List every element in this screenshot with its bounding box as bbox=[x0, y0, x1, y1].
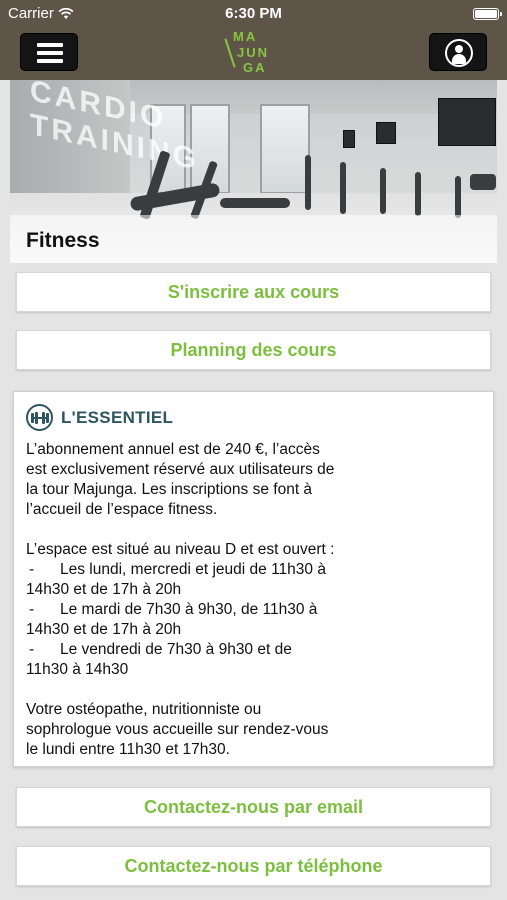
logo-line-1: MA bbox=[233, 29, 258, 44]
essentiel-card: L'ESSENTIEL L’abonnement annuel est de 2… bbox=[13, 391, 494, 767]
schedule-line: Le vendredi de 7h30 à 9h30 et de bbox=[60, 641, 292, 658]
contact-email-button[interactable]: Contactez-nous par email bbox=[16, 787, 491, 827]
outro-line: le lundi entre 11h30 et 17h30. bbox=[26, 741, 230, 758]
schedule-dash: - bbox=[29, 641, 35, 658]
register-courses-button[interactable]: S'inscrire aux cours bbox=[16, 272, 491, 312]
menu-icon bbox=[37, 43, 63, 63]
nav-bar: MA JUN GA bbox=[0, 28, 507, 80]
schedule-dash: - bbox=[29, 601, 35, 618]
status-bar: Carrier 6:30 PM bbox=[0, 0, 507, 28]
battery-icon bbox=[473, 8, 502, 20]
schedule-line: 14h30 et de 17h à 20h bbox=[26, 621, 182, 638]
schedule-line: Les lundi, mercredi et jeudi de 11h30 à bbox=[60, 561, 326, 578]
user-icon bbox=[445, 39, 473, 67]
schedule-dash: - bbox=[29, 561, 35, 578]
contact-phone-button[interactable]: Contactez-nous par téléphone bbox=[16, 846, 491, 886]
schedule-line: Le mardi de 7h30 à 9h30, de 11h30 à bbox=[60, 601, 318, 618]
page-title: Fitness bbox=[26, 229, 100, 252]
outro-line: sophrologue vous accueille sur rendez-vo… bbox=[26, 721, 329, 738]
intro-line: est exclusivement réservé aux utilisateu… bbox=[26, 461, 335, 478]
intro-line: la tour Majunga. Les inscriptions se fon… bbox=[26, 481, 313, 498]
schedule-item: - Le mardi de 7h30 à 9h30, de 11h30 à bbox=[26, 600, 481, 620]
course-planning-button[interactable]: Planning des cours bbox=[16, 330, 491, 370]
schedule-item: - Les lundi, mercredi et jeudi de 11h30 … bbox=[26, 560, 481, 580]
menu-button[interactable] bbox=[20, 33, 78, 71]
essentiel-header: L'ESSENTIEL bbox=[26, 404, 173, 431]
schedule-line: 11h30 à 14h30 bbox=[26, 661, 129, 678]
outro-line: Votre ostéopathe, nutritionniste ou bbox=[26, 701, 262, 718]
logo-line-3: GA bbox=[243, 60, 267, 75]
essentiel-title: L'ESSENTIEL bbox=[61, 407, 174, 427]
majunga-logo: MA JUN GA bbox=[224, 29, 278, 78]
intro-line: L’abonnement annuel est de 240 €, l’accè… bbox=[26, 441, 320, 458]
hero-banner: CARDIO TRAINING Fitness bbox=[10, 80, 497, 263]
intro-line: l’accueil de l’espace fitness. bbox=[26, 501, 218, 518]
profile-button[interactable] bbox=[429, 33, 487, 71]
hours-intro: L’espace est situé au niveau D et est ou… bbox=[26, 541, 335, 558]
clock: 6:30 PM bbox=[225, 5, 282, 22]
dumbbell-icon bbox=[26, 404, 53, 431]
schedule-line: 14h30 et de 17h à 20h bbox=[26, 581, 182, 598]
schedule-item: - Le vendredi de 7h30 à 9h30 et de bbox=[26, 640, 481, 660]
logo-line-2: JUN bbox=[237, 45, 270, 60]
essentiel-body: L’abonnement annuel est de 240 €, l’accè… bbox=[26, 440, 481, 760]
